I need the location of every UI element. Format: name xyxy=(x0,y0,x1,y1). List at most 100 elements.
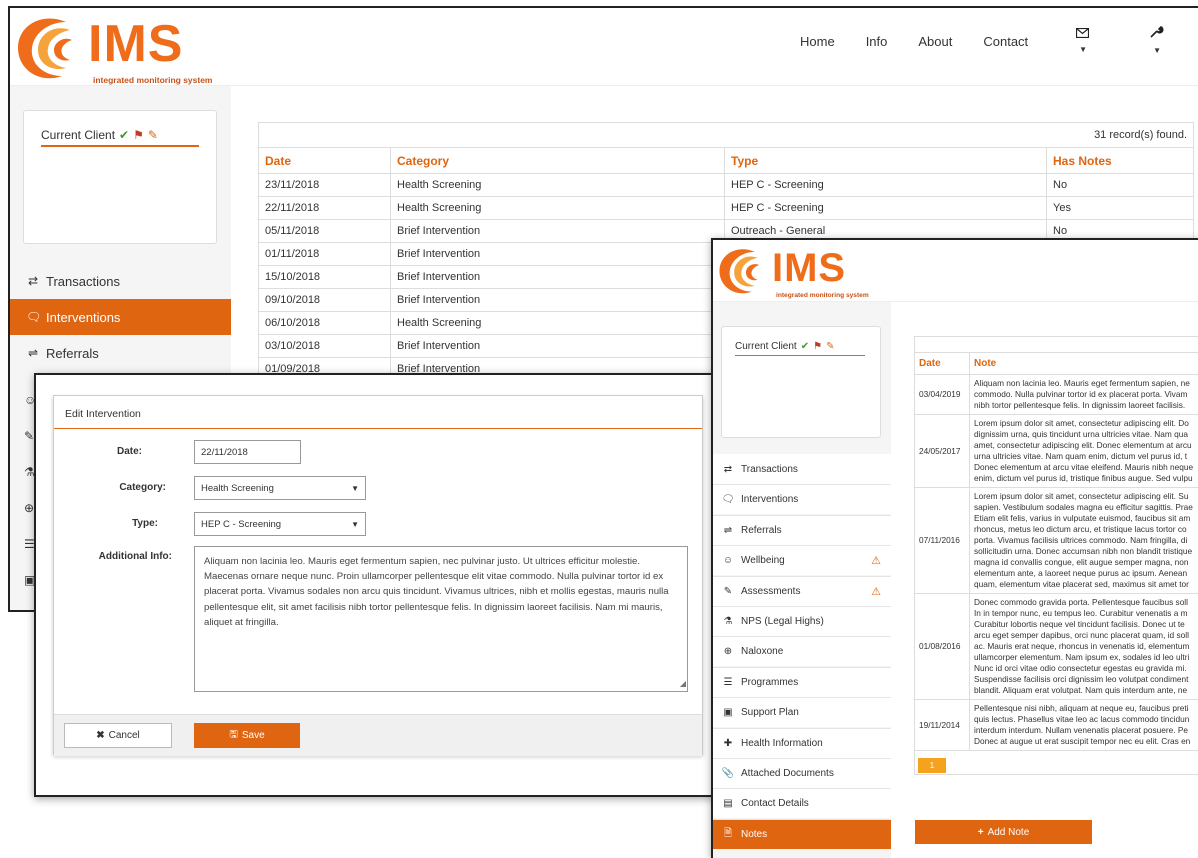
nav-info[interactable]: Info xyxy=(866,34,888,49)
sidebar-item-notes[interactable]: 🗎Notes xyxy=(713,819,891,849)
logo-text: IMS xyxy=(88,18,183,70)
file-icon: 🗎 xyxy=(721,826,735,843)
edit-icon: ✎ xyxy=(721,586,735,597)
logo-tagline: integrated monitoring system xyxy=(776,292,869,299)
swirl-logo-icon xyxy=(14,14,86,82)
paperclip-icon: 📎 xyxy=(721,768,735,779)
sidebar-item-assessments[interactable]: ✎Assessments⚠ xyxy=(713,576,891,606)
table-row[interactable]: 01/08/2016Donec commodo gravida porta. P… xyxy=(915,594,1198,700)
sidebar-item-nps[interactable]: ⚗NPS (Legal Highs) xyxy=(713,606,891,636)
edit-icon[interactable]: ✎ xyxy=(148,128,158,142)
category-select[interactable]: Health Screening▼ xyxy=(194,476,366,500)
comments-icon: 🗨 xyxy=(26,310,40,324)
date-field[interactable]: 22/11/2018 xyxy=(194,440,301,464)
note-line: blandit. Aliquam erat volutpat. Nam quis… xyxy=(974,685,1198,696)
sidebar-item-naloxone[interactable]: ⊕Naloxone xyxy=(713,636,891,666)
page-button[interactable]: 1 xyxy=(918,758,946,773)
edit-icon[interactable]: ✎ xyxy=(826,341,834,352)
cell-category: Health Screening xyxy=(391,312,725,335)
cell-date: 03/10/2018 xyxy=(259,335,391,358)
ims-logo[interactable]: IMS integrated monitoring system xyxy=(716,246,846,296)
note-line: Donec elementum at arcu vitae eleifend. … xyxy=(974,462,1198,473)
warning-icon: ⚠ xyxy=(871,585,881,598)
current-client[interactable]: Current Client ✔ ⚑ ✎ xyxy=(41,128,199,147)
comments-icon: 🗨 xyxy=(721,494,735,505)
note-line: Nunc id orci vitae odio consectetur eges… xyxy=(974,663,1198,674)
table-row[interactable]: 23/11/2018Health ScreeningHEP C - Screen… xyxy=(259,174,1194,197)
cell-note: Donec commodo gravida porta. Pellentesqu… xyxy=(970,594,1198,700)
caret-down-icon: ▼ xyxy=(351,520,359,529)
tools-menu[interactable]: ▼ xyxy=(1150,26,1192,56)
cell-date: 07/11/2016 xyxy=(915,488,970,594)
table-row[interactable]: 22/11/2018Health ScreeningHEP C - Screen… xyxy=(259,197,1194,220)
table-row[interactable]: 03/04/2019Aliquam non lacinia leo. Mauri… xyxy=(915,375,1198,415)
sidebar-item-interventions[interactable]: 🗨Interventions xyxy=(10,299,231,335)
table-row[interactable]: 07/11/2016Lorem ipsum dolor sit amet, co… xyxy=(915,488,1198,594)
notes-window: IMS integrated monitoring system Current… xyxy=(711,238,1198,858)
sidebar-item-programmes[interactable]: ☰Programmes xyxy=(713,667,891,697)
dialog-footer: ✖Cancel 🖫Save xyxy=(54,714,702,756)
mail-menu[interactable]: ▼ xyxy=(1076,27,1118,55)
cell-type: HEP C - Screening xyxy=(725,197,1047,220)
note-line: magna id convallis congue, elit augue se… xyxy=(974,557,1198,568)
note-line: sapien. Vestibulum sodales magna eu effi… xyxy=(974,502,1198,513)
note-line: interdum interdum. Nullam venenatis plac… xyxy=(974,725,1198,736)
sidebar-item-label: Naloxone xyxy=(741,646,783,657)
sidebar-item-contact-details[interactable]: ▤Contact Details xyxy=(713,788,891,818)
additional-info-text: Aliquam non lacinia leo. Mauris eget fer… xyxy=(204,556,669,628)
category-value: Health Screening xyxy=(201,483,274,494)
table-row[interactable]: 19/11/2014Pellentesque nisi nibh, aliqua… xyxy=(915,700,1198,751)
table-header-row: Date Note xyxy=(915,353,1198,375)
flag-icon[interactable]: ⚑ xyxy=(133,128,144,142)
note-line: Curabitur lobortis neque vel tincidunt f… xyxy=(974,619,1198,630)
sidebar-item-label: Referrals xyxy=(741,525,782,536)
smile-icon: ☺ xyxy=(721,555,735,566)
nav-contact[interactable]: Contact xyxy=(983,34,1028,49)
plus-icon: + xyxy=(978,827,984,838)
col-note[interactable]: Note xyxy=(970,353,1198,375)
current-client[interactable]: Current Client ✔ ⚑ ✎ xyxy=(735,341,865,356)
col-date[interactable]: Date xyxy=(259,148,391,174)
additional-info-textarea[interactable]: Aliquam non lacinia leo. Mauris eget fer… xyxy=(194,546,688,692)
note-line: quam, elementum vitae placerat sed, maxi… xyxy=(974,579,1198,590)
sidebar-item-wellbeing[interactable]: ☺Wellbeing⚠ xyxy=(713,545,891,575)
sidebar-item-support-plan[interactable]: ▣Support Plan xyxy=(713,697,891,727)
flag-icon[interactable]: ⚑ xyxy=(813,341,822,352)
cell-date: 23/11/2018 xyxy=(259,174,391,197)
cell-date: 05/11/2018 xyxy=(259,220,391,243)
sidebar-item-health-information[interactable]: ✚Health Information xyxy=(713,728,891,758)
note-line: urna ultricies vitae. Nam quam enim, dic… xyxy=(974,451,1198,462)
cancel-label: Cancel xyxy=(109,730,140,741)
nav-about[interactable]: About xyxy=(918,34,952,49)
note-line: Aliquam non lacinia leo. Mauris eget fer… xyxy=(974,378,1198,389)
save-button[interactable]: 🖫Save xyxy=(194,723,300,748)
note-line: ac. Mauris erat neque, rhoncus in venena… xyxy=(974,641,1198,652)
date-value: 22/11/2018 xyxy=(201,447,248,458)
note-line: amet, consectetur adipiscing elit. Donec… xyxy=(974,440,1198,451)
sidebar-item-attached-documents[interactable]: 📎Attached Documents xyxy=(713,758,891,788)
ims-logo[interactable]: IMS integrated monitoring system xyxy=(14,14,183,82)
sidebar-item-interventions[interactable]: 🗨Interventions xyxy=(713,484,891,514)
note-line: dignissim urna, quis tincidunt urna ultr… xyxy=(974,429,1198,440)
note-line: arcu eget semper dapibus, orci nunc plac… xyxy=(974,630,1198,641)
note-line: nibh tortor pellentesque felis. In digni… xyxy=(974,400,1198,411)
dialog-title: Edit Intervention xyxy=(65,408,141,420)
sidebar-item-referrals[interactable]: ⇌Referrals xyxy=(10,335,231,371)
cell-category: Health Screening xyxy=(391,174,725,197)
col-type[interactable]: Type xyxy=(725,148,1047,174)
sidebar-item-transactions[interactable]: ⇄Transactions xyxy=(713,454,891,484)
add-note-button[interactable]: +Add Note xyxy=(915,820,1092,844)
exchange-icon: ⇄ xyxy=(26,274,40,288)
note-line: Etiam elit felis, varius in vulputate eu… xyxy=(974,513,1198,524)
cell-category: Brief Intervention xyxy=(391,243,725,266)
sidebar-item-transactions[interactable]: ⇄Transactions xyxy=(10,263,231,299)
nav-home[interactable]: Home xyxy=(800,34,835,49)
type-select[interactable]: HEP C - Screening▼ xyxy=(194,512,366,536)
resize-handle-icon[interactable]: ◢ xyxy=(680,676,686,691)
col-category[interactable]: Category xyxy=(391,148,725,174)
col-date[interactable]: Date xyxy=(915,353,970,375)
col-has-notes[interactable]: Has Notes xyxy=(1047,148,1194,174)
table-row[interactable]: 24/05/2017Lorem ipsum dolor sit amet, co… xyxy=(915,415,1198,488)
sidebar-item-referrals[interactable]: ⇌Referrals xyxy=(713,515,891,545)
cancel-button[interactable]: ✖Cancel xyxy=(64,723,172,748)
